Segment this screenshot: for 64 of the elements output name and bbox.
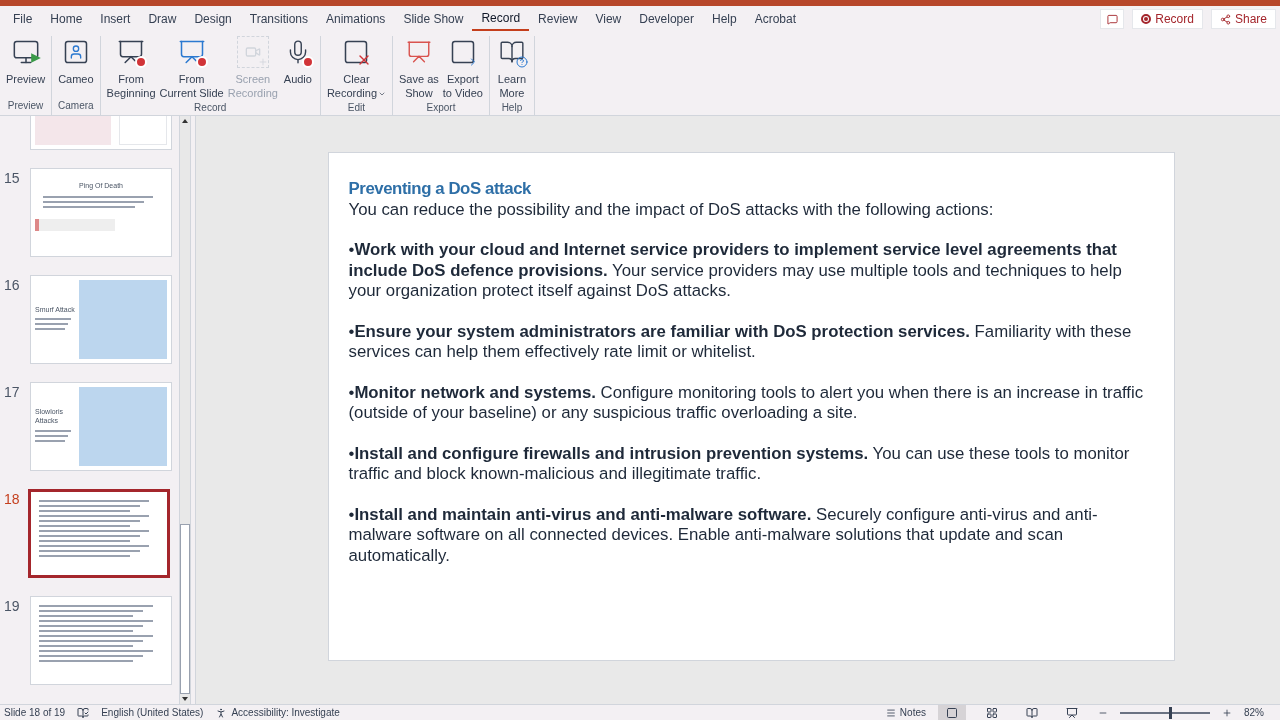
group-label: Help [500, 101, 524, 115]
slide-number: 19 [4, 597, 21, 616]
ribbon-button[interactable]: Export to Video [440, 36, 485, 100]
slide-number: 18 [4, 490, 21, 509]
ribbon-button[interactable]: Save as Show [397, 36, 441, 100]
ribbon-button[interactable]: From Current Slide [157, 36, 226, 100]
notes-icon [885, 707, 896, 718]
bullet-paragraph: •Ensure your system administrators are familiar with DoS protection services. Familiarity with these services can help them effectively rate limit or whitelist. [348, 321, 1133, 363]
bullet-paragraph: •Work with your cloud and Internet service providers to implement service level agreements that include DoS defence provisions. Your service providers may use multiple tools and techniques to help your organization protect itself against DoS attacks. [348, 240, 1123, 302]
view-icon [1026, 706, 1038, 719]
menu-tab[interactable]: Draw [139, 7, 186, 31]
zoom-slider[interactable] [1120, 706, 1210, 719]
comments-button[interactable] [1100, 9, 1125, 29]
comment-icon [1106, 13, 1118, 25]
group-label: Export [425, 101, 457, 115]
view-icon [986, 706, 998, 719]
ribbon-button[interactable]: From Beginning [104, 36, 158, 100]
slide-thumbnail[interactable] [28, 489, 170, 578]
ribbon-button[interactable]: Cameo [56, 36, 96, 98]
menu-tab[interactable]: Record [472, 7, 530, 31]
menu-tab[interactable]: File [4, 7, 42, 31]
ribbon-button[interactable]: Learn More [493, 36, 530, 100]
view-icon [946, 706, 958, 719]
ribbon-button[interactable]: Audio [279, 36, 316, 100]
ribbon-button[interactable]: Clear Recording [324, 36, 388, 100]
slide-intro: You can reduce the possibility and the impact of DoS attacks with the following actions: [348, 199, 995, 220]
slide-number: 17 [4, 383, 21, 402]
menu-tab[interactable]: Animations [317, 7, 395, 31]
screen-recording-icon [236, 36, 269, 68]
accessibility-status[interactable]: Accessibility: Investigate [231, 705, 340, 720]
menu-tab[interactable]: Transitions [240, 7, 317, 31]
spelling-icon[interactable] [77, 706, 90, 719]
slide-counter: Slide 18 of 19 [4, 706, 66, 720]
zoom-percent[interactable]: 82% [1244, 705, 1264, 720]
menu-tab[interactable]: View [586, 7, 631, 31]
scrollbar[interactable] [179, 116, 191, 704]
group-label: Edit [346, 101, 367, 115]
menu-tab[interactable]: Home [41, 7, 92, 31]
zoom-in-icon[interactable] [1222, 707, 1232, 718]
scroll-thumb[interactable] [180, 524, 190, 694]
ribbon-button[interactable]: Preview [4, 36, 48, 98]
slide-number: 16 [4, 276, 21, 295]
record-button[interactable]: Record [1132, 9, 1203, 29]
slide-number: 15 [4, 169, 21, 188]
group-label: Preview [6, 99, 45, 113]
menu-tab[interactable]: Developer [630, 7, 703, 31]
menu-tab[interactable]: Review [529, 7, 587, 31]
bullet-paragraph: •Install and configure firewalls and intrusion prevention systems. You can use these tools to monitor traffic and block known-malicious and illegitimate traffic. [348, 443, 1131, 485]
menu-tab[interactable]: Insert [91, 7, 140, 31]
menu-tab[interactable]: Acrobat [745, 7, 805, 31]
language-label[interactable]: English (United States) [101, 705, 204, 720]
bullet-paragraph: •Install and maintain anti-virus and anti-malware software. Securely configure anti-virus and anti-malware software on all connected devices. Enable anti-malware solutions that update and scan automatically. [348, 504, 1099, 566]
share-button[interactable]: Share [1210, 9, 1276, 29]
menu-tab[interactable]: Slide Show [394, 7, 473, 31]
view-icon [1066, 706, 1078, 719]
menu-tab[interactable]: Design [185, 7, 241, 31]
group-label: Camera [57, 99, 95, 113]
share-icon [1219, 13, 1231, 25]
group-label: Record [193, 101, 228, 115]
notes-button[interactable]: Notes [885, 705, 926, 720]
view-button[interactable] [938, 704, 966, 720]
slide-heading: Preventing a DoS attack [348, 179, 532, 200]
bullet-paragraph: •Monitor network and systems. Configure monitoring tools to alert you when there is an increase in traffic (outside of your baseline) or any suspicious traffic overloading a site. [348, 382, 1145, 424]
menu-tab[interactable]: Help [702, 7, 746, 31]
